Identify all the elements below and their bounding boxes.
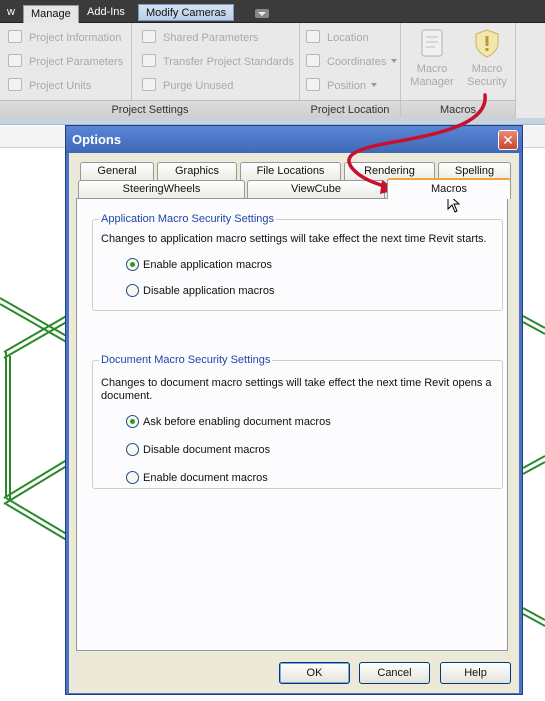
application-group-legend: Application Macro Security Settings [99, 213, 277, 225]
close-button[interactable]: ✕ [498, 130, 518, 150]
cancel-button[interactable]: Cancel [359, 662, 430, 684]
transfer-project-standards-button[interactable]: Transfer Project Standards [142, 53, 294, 71]
document-macro-security-group: Document Macro Security Settings Changes… [92, 354, 503, 489]
shared-parameters-button[interactable]: Shared Parameters [142, 29, 258, 47]
purge-unused-icon [142, 78, 156, 91]
tab-steeringwheels[interactable]: SteeringWheels [78, 180, 245, 198]
project-units-button[interactable]: Project Units [8, 77, 91, 95]
panel-title-project-settings: Project Settings [0, 100, 300, 118]
radio-button-icon [126, 258, 139, 271]
coordinates-dropdown[interactable]: Coordinates [306, 53, 398, 71]
chevron-down-icon [391, 59, 398, 63]
project-parameters-icon [8, 54, 22, 67]
position-icon [306, 78, 320, 91]
help-button[interactable]: Help [440, 662, 511, 684]
document-group-legend: Document Macro Security Settings [99, 354, 273, 366]
globe-icon [306, 30, 320, 43]
tab-macros[interactable]: Macros [387, 178, 511, 199]
macros-tab-page: Application Macro Security Settings Chan… [76, 198, 508, 651]
macro-manager-icon [417, 27, 447, 59]
macro-security-button[interactable]: Macro Security [460, 27, 514, 89]
project-units-icon [8, 78, 22, 91]
macro-manager-button[interactable]: Macro Manager [405, 27, 459, 89]
radio-button-icon [126, 471, 139, 484]
chevron-down-icon [371, 83, 378, 87]
radio-button-icon [126, 284, 139, 297]
ribbon-tab-add-ins[interactable]: Add-Ins [80, 4, 132, 21]
ribbon-tab-partial[interactable]: w [0, 4, 22, 21]
radio-button-icon [126, 443, 139, 456]
dialog-title: Options [72, 132, 122, 147]
location-button[interactable]: Location [306, 29, 369, 47]
document-group-description: Changes to document macro settings will … [101, 377, 492, 402]
ribbon-tab-bar: w Manage Add-Ins Modify Cameras [0, 0, 545, 23]
transfer-standards-icon [142, 54, 156, 67]
ribbon-minimize-icon[interactable] [255, 9, 269, 18]
dialog-client: General Graphics File Locations Renderin… [69, 153, 519, 693]
ribbon-tab-modify-cameras[interactable]: Modify Cameras [138, 4, 235, 21]
application-macro-security-group: Application Macro Security Settings Chan… [92, 213, 503, 311]
shared-parameters-icon [142, 30, 156, 43]
close-icon: ✕ [502, 132, 514, 148]
project-information-icon [8, 30, 22, 43]
ok-button[interactable]: OK [279, 662, 350, 684]
application-group-description: Changes to application macro settings wi… [101, 233, 487, 245]
purge-unused-button[interactable]: Purge Unused [142, 77, 233, 95]
tab-general[interactable]: General [80, 162, 154, 180]
shield-warning-icon [472, 27, 502, 59]
radio-button-icon [126, 415, 139, 428]
tab-graphics[interactable]: Graphics [157, 162, 237, 180]
ribbon-tab-manage[interactable]: Manage [23, 5, 79, 23]
project-parameters-button[interactable]: Project Parameters [8, 53, 123, 71]
project-information-button[interactable]: Project Information [8, 29, 121, 47]
tab-file-locations[interactable]: File Locations [240, 162, 341, 180]
coordinates-icon [306, 54, 320, 67]
